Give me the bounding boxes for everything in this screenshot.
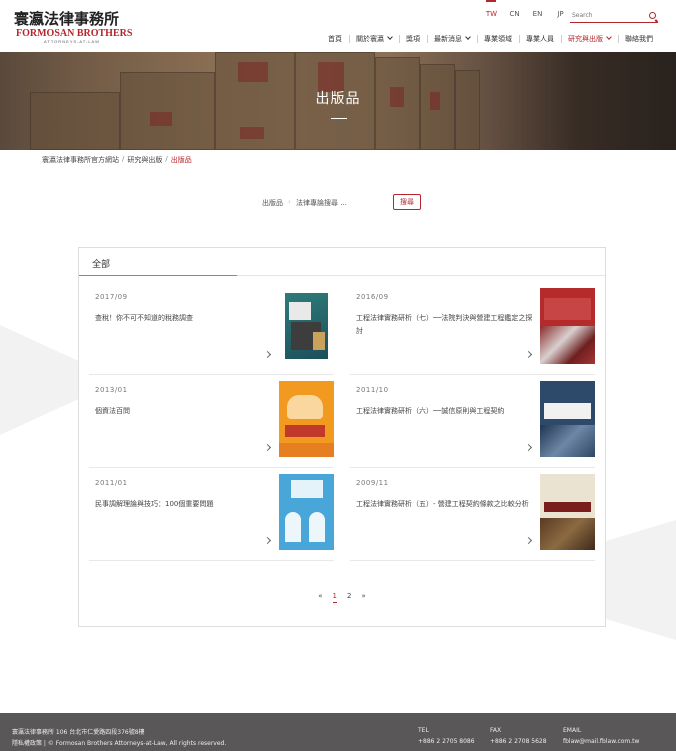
- nav-practice-areas[interactable]: 專業領域: [477, 34, 519, 44]
- tab-all[interactable]: 全部: [79, 248, 237, 276]
- search-button[interactable]: 搜尋: [393, 194, 421, 210]
- footer-email: EMAIL fblaw@mail.fblaw.com.tw: [563, 727, 639, 745]
- nav-research-label: 研究與出版: [568, 35, 603, 43]
- chevron-right-icon[interactable]: [263, 350, 272, 359]
- chevron-down-icon: [387, 34, 393, 40]
- nav-research-publications[interactable]: 研究與出版: [561, 34, 618, 44]
- book-cover-image[interactable]: [540, 381, 595, 457]
- publication-date: 2017/09: [95, 293, 128, 301]
- logo-subtitle: ATTORNEYS-AT-LAW: [44, 39, 100, 44]
- footer-tel: TEL +886 2 2705 8086: [418, 727, 475, 745]
- nav-home[interactable]: 首頁: [321, 34, 349, 44]
- logo-english: FORMOSAN BROTHERS: [16, 28, 133, 39]
- search-icon[interactable]: [649, 12, 656, 19]
- main-nav: 首頁 關於寰瀛 獎項 最新消息 專業領域 專業人員 研究與出版 聯絡我們: [321, 34, 660, 44]
- footer-address: 寰瀛法律事務所 106 台北市仁愛路四段376號8樓: [12, 729, 145, 736]
- filter-separator: ›: [288, 198, 291, 206]
- pagination-prev[interactable]: «: [318, 592, 322, 603]
- tel-label: TEL: [418, 727, 429, 734]
- filter-label: 出版品: [262, 199, 283, 207]
- nav-professionals-label: 專業人員: [526, 35, 554, 43]
- logo[interactable]: 寰瀛法律事務所 FORMOSAN BROTHERS ATTORNEYS-AT-L…: [14, 8, 132, 44]
- footer-rights[interactable]: 隱私權政策 | © Formosan Brothers Attorneys-at…: [12, 738, 226, 747]
- nav-professionals[interactable]: 專業人員: [519, 34, 561, 44]
- pagination-page[interactable]: 2: [347, 592, 351, 603]
- nav-contact-label: 聯絡我們: [625, 35, 653, 43]
- publication-date: 2011/01: [95, 479, 128, 487]
- publication-date: 2009/11: [356, 479, 389, 487]
- lang-jp[interactable]: JP: [549, 10, 572, 18]
- email-label: EMAIL: [563, 727, 582, 734]
- nav-awards-label: 獎項: [406, 35, 420, 43]
- logo-chinese: 寰瀛法律事務所: [14, 10, 120, 28]
- pagination-next[interactable]: »: [361, 592, 365, 603]
- nav-awards[interactable]: 獎項: [399, 34, 427, 44]
- lang-cn[interactable]: CN: [503, 10, 526, 18]
- tel-value[interactable]: +886 2 2705 8086: [418, 738, 475, 745]
- book-cover-image[interactable]: [540, 474, 595, 550]
- publication-card[interactable]: 2011/10 工程法律實務研析（六）──誠信原則與工程契約: [350, 381, 595, 468]
- nav-news-label: 最新消息: [434, 35, 462, 43]
- publication-title[interactable]: 工程法律實務研析（五）- 營建工程契約條款之比較分析: [356, 498, 536, 511]
- email-value[interactable]: fblaw@mail.fblaw.com.tw: [563, 738, 639, 745]
- publication-date: 2013/01: [95, 386, 128, 394]
- language-switcher: TW CN EN JP: [480, 0, 572, 18]
- publication-title[interactable]: 個資法百問: [95, 405, 275, 418]
- chevron-right-icon[interactable]: [524, 350, 533, 359]
- page-title: 出版品: [315, 91, 361, 107]
- chevron-right-icon[interactable]: [263, 443, 272, 452]
- chevron-right-icon[interactable]: [524, 443, 533, 452]
- title-underline: [331, 118, 347, 119]
- breadcrumb-research[interactable]: 研究與出版: [127, 155, 162, 165]
- hero-banner: 出版品: [0, 52, 676, 150]
- fax-value: +886 2 2708 5628: [490, 738, 547, 745]
- lang-en[interactable]: EN: [526, 10, 549, 18]
- publication-title[interactable]: 工程法律實務研析（七）──法院判決與營建工程鑑定之探討: [356, 312, 536, 338]
- publication-date: 2011/10: [356, 386, 389, 394]
- breadcrumb-home[interactable]: 寰瀛法律事務所官方網站: [42, 155, 119, 165]
- book-cover-image[interactable]: [279, 381, 334, 457]
- fax-label: FAX: [490, 727, 502, 734]
- footer-fax: FAX +886 2 2708 5628: [490, 727, 547, 745]
- breadcrumb-current: 出版品: [170, 156, 192, 164]
- book-cover-image[interactable]: [279, 474, 334, 550]
- chevron-down-icon: [606, 34, 612, 40]
- publication-card[interactable]: 2013/01 個資法百問: [89, 381, 334, 468]
- publication-title[interactable]: 民事調解理論與技巧：100個重要問題: [95, 498, 275, 511]
- nav-about[interactable]: 關於寰瀛: [349, 34, 399, 44]
- publication-card[interactable]: 2016/09 工程法律實務研析（七）──法院判決與營建工程鑑定之探討: [350, 288, 595, 375]
- nav-about-label: 關於寰瀛: [356, 35, 384, 43]
- publication-title[interactable]: 查稅！你不可不知道的稅務調查: [95, 312, 275, 325]
- pagination: « 1 2 »: [79, 592, 605, 603]
- publication-title[interactable]: 工程法律實務研析（六）──誠信原則與工程契約: [356, 405, 536, 418]
- publication-card[interactable]: 2011/01 民事調解理論與技巧：100個重要問題: [89, 474, 334, 561]
- publication-card[interactable]: 2017/09 查稅！你不可不知道的稅務調查: [89, 288, 334, 375]
- lang-tw[interactable]: TW: [480, 0, 503, 18]
- pagination-page[interactable]: 1: [332, 592, 337, 603]
- category-select[interactable]: 法律專論搜尋 ...: [296, 198, 347, 208]
- search-box: [570, 10, 658, 23]
- book-cover-image[interactable]: [279, 288, 334, 364]
- publication-date: 2016/09: [356, 293, 389, 301]
- chevron-down-icon: [465, 34, 471, 40]
- nav-contact[interactable]: 聯絡我們: [618, 34, 660, 44]
- breadcrumb-separator: /: [165, 155, 168, 163]
- nav-practice-label: 專業領域: [484, 35, 512, 43]
- search-input[interactable]: [570, 12, 646, 19]
- footer: 寰瀛法律事務所 106 台北市仁愛路四段376號8樓 隱私權政策 | © For…: [0, 713, 676, 751]
- publications-panel: 全部 2017/09 查稅！你不可不知道的稅務調查 2016/09 工程法律實務…: [78, 247, 606, 627]
- book-cover-image[interactable]: [540, 288, 595, 364]
- publication-card[interactable]: 2009/11 工程法律實務研析（五）- 營建工程契約條款之比較分析: [350, 474, 595, 561]
- nav-news[interactable]: 最新消息: [427, 34, 477, 44]
- breadcrumb: 寰瀛法律事務所官方網站 / 研究與出版 / 出版品: [42, 155, 192, 165]
- breadcrumb-separator: /: [122, 155, 125, 163]
- nav-home-label: 首頁: [328, 35, 342, 43]
- chevron-right-icon[interactable]: [263, 536, 272, 545]
- chevron-right-icon[interactable]: [524, 536, 533, 545]
